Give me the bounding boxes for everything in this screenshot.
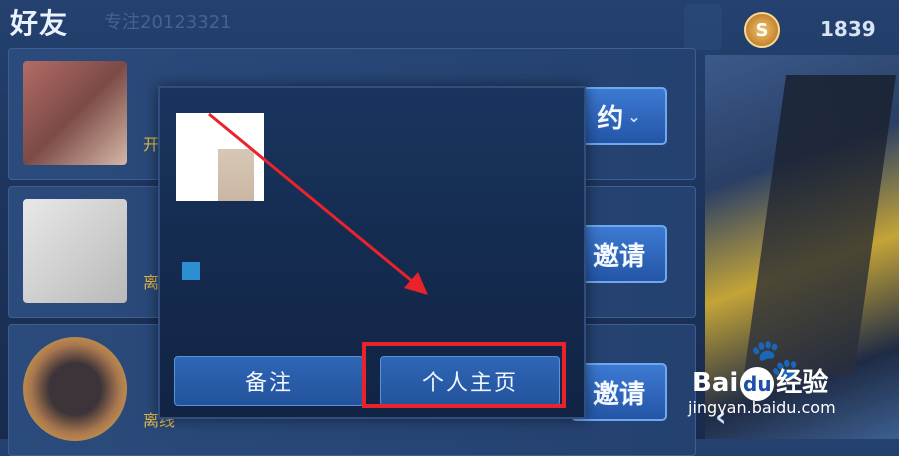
watermark: 🐾 Bai du 经验 jingyan.baidu.com xyxy=(688,336,899,439)
brand-mid: du xyxy=(740,367,775,401)
brand-right: 经验 xyxy=(776,368,829,398)
watermark-site: jingyan.baidu.com xyxy=(688,398,836,417)
arrow-shaft xyxy=(208,112,419,288)
brand-left: Bai xyxy=(692,368,739,398)
arrow-head xyxy=(404,272,428,295)
watermark-brand: Bai du 经验 xyxy=(692,362,828,401)
